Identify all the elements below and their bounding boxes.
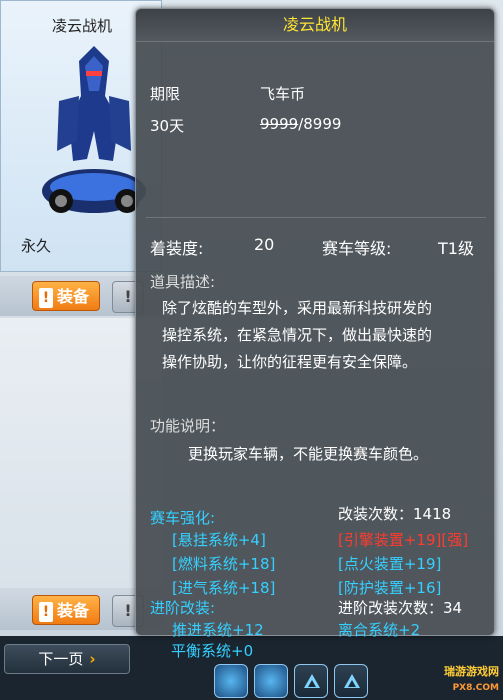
equip-button[interactable]: ! 装备 bbox=[32, 281, 100, 311]
tooltip-title: 凌云战机 bbox=[136, 9, 494, 42]
enhance-item: [进气系统+18] bbox=[172, 579, 276, 597]
equip-button-2[interactable]: ! 装备 bbox=[32, 595, 100, 625]
price-original: 9999 bbox=[260, 115, 299, 133]
advanced-heading: 进阶改装: bbox=[150, 599, 216, 617]
advanced-item: 离合系统+2 bbox=[338, 621, 421, 639]
period-label: 期限 bbox=[150, 85, 181, 103]
mecha-car-image bbox=[42, 46, 146, 213]
equip-level-label: 着装度: bbox=[150, 239, 204, 258]
price: 9999/8999 bbox=[260, 115, 341, 133]
enhance-item: [防护装置+16] bbox=[338, 579, 442, 597]
price-current: /8999 bbox=[298, 115, 342, 133]
description-text: 除了炫酷的车型外，采用最新科技研发的 操控系统，在紧急情况下，做出最快速的 操作… bbox=[162, 299, 433, 371]
description-heading: 道具描述: bbox=[150, 273, 216, 291]
enhance-item: [点火装置+19] bbox=[338, 555, 442, 573]
enhance-item: [悬挂系统+4] bbox=[172, 531, 266, 549]
divider bbox=[146, 217, 486, 218]
chevron-right-icon: › bbox=[89, 650, 96, 668]
exclaim-icon: ! bbox=[39, 601, 53, 622]
item-tooltip: 凌云战机 期限 飞车币 30天 9999/8999 着装度: 20 赛车等级: … bbox=[135, 8, 495, 639]
car-grade-value: T1级 bbox=[438, 239, 474, 258]
function-heading: 功能说明： bbox=[150, 417, 226, 435]
equip-level-value: 20 bbox=[254, 235, 275, 254]
duration-label: 永久 bbox=[21, 237, 52, 255]
period-value: 30天 bbox=[150, 117, 185, 135]
next-page-button[interactable]: 下一页 › bbox=[4, 644, 130, 674]
enhance-item: [燃料系统+18] bbox=[172, 555, 276, 573]
skill-orb-icon[interactable] bbox=[254, 664, 288, 698]
enhance-heading: 赛车强化: bbox=[150, 509, 216, 527]
advanced-item: 平衡系统+0 bbox=[171, 642, 254, 660]
car-grade-label: 赛车等级: bbox=[322, 239, 392, 258]
skill-orb-icon[interactable] bbox=[214, 664, 248, 698]
exclaim-icon: ! bbox=[39, 287, 53, 308]
function-text: 更换玩家车辆，不能更换赛车颜色。 bbox=[188, 445, 429, 463]
advanced-count: 进阶改装次数：34 bbox=[338, 599, 463, 617]
advanced-item: 推进系统+12 bbox=[172, 621, 264, 639]
enhance-item-strong: [引擎装置+19][强] bbox=[338, 531, 469, 549]
currency-label: 飞车币 bbox=[260, 85, 306, 103]
triangle-slot-icon[interactable] bbox=[334, 664, 368, 698]
triangle-slot-icon[interactable] bbox=[294, 664, 328, 698]
site-watermark: 瑞游游戏网 PX8.COM bbox=[444, 665, 499, 693]
mod-count: 改装次数：1418 bbox=[338, 505, 452, 523]
